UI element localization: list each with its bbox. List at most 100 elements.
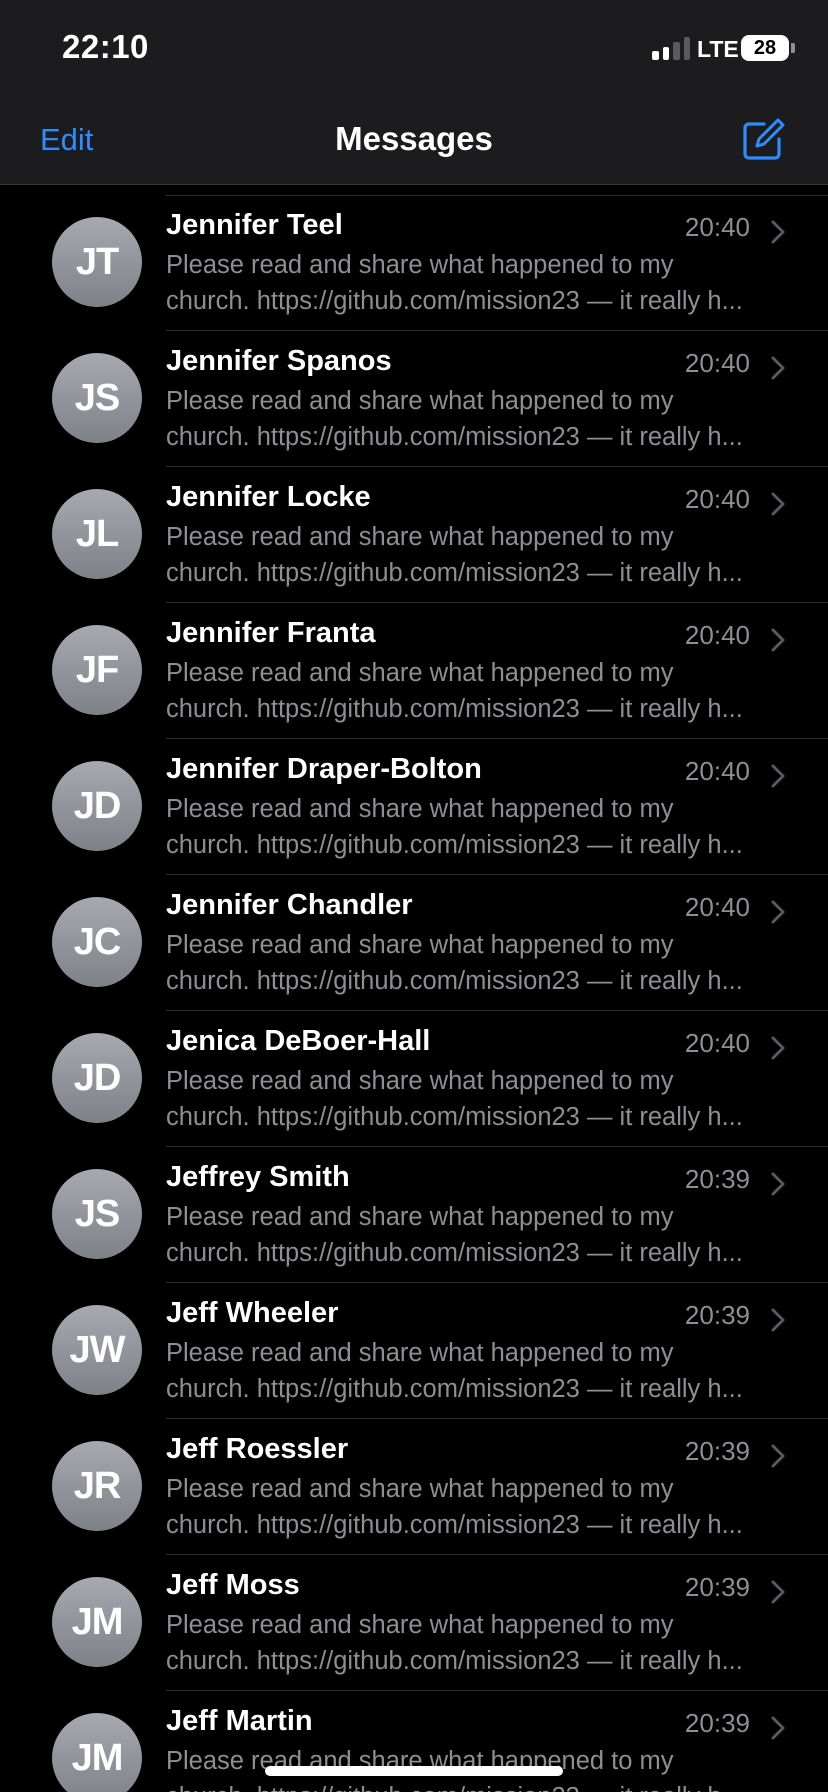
conversation-row[interactable]: JM Jeff Moss 20:39 Please read and share… bbox=[0, 1555, 828, 1691]
preview-line: Please read and share what happened to m… bbox=[166, 1339, 674, 1367]
preview-line: church. https://github.com/mission23 — i… bbox=[166, 423, 743, 451]
status-time: 22:10 bbox=[62, 28, 149, 65]
message-preview: Please read and share what happened to m… bbox=[166, 1199, 786, 1271]
chevron-right-icon bbox=[771, 764, 785, 788]
contact-name: Jeff Martin bbox=[166, 1705, 313, 1737]
preview-line: Please read and share what happened to m… bbox=[166, 795, 674, 823]
message-preview: Please read and share what happened to m… bbox=[166, 1063, 786, 1135]
chevron-right-icon bbox=[771, 220, 785, 244]
avatar: JT bbox=[52, 217, 142, 307]
conversation-row[interactable]: JS Jeffrey Smith 20:39 Please read and s… bbox=[0, 1147, 828, 1283]
message-time: 20:39 bbox=[684, 1708, 750, 1738]
conversation-row[interactable]: JD Jennifer Draper-Bolton 20:40 Please r… bbox=[0, 739, 828, 875]
contact-name: Jennifer Draper-Bolton bbox=[166, 753, 482, 785]
avatar: JW bbox=[52, 1305, 142, 1395]
page-title: Messages bbox=[335, 120, 493, 157]
contact-name: Jennifer Spanos bbox=[166, 345, 392, 377]
compose-icon[interactable] bbox=[740, 117, 786, 163]
message-preview: Please read and share what happened to m… bbox=[166, 655, 786, 727]
chevron-right-icon bbox=[771, 900, 785, 924]
contact-name: Jeff Wheeler bbox=[166, 1297, 339, 1329]
message-preview: Please read and share what happened to m… bbox=[166, 1471, 786, 1543]
avatar: JM bbox=[52, 1713, 142, 1792]
preview-line: church. https://github.com/mission23 — i… bbox=[166, 831, 743, 859]
message-preview: Please read and share what happened to m… bbox=[166, 519, 786, 591]
avatar: JC bbox=[52, 897, 142, 987]
preview-line: Please read and share what happened to m… bbox=[166, 1611, 674, 1639]
contact-name: Jeff Moss bbox=[166, 1569, 300, 1601]
contact-name: Jeff Roessler bbox=[166, 1433, 349, 1465]
home-indicator[interactable] bbox=[265, 1766, 563, 1776]
message-preview: Please read and share what happened to m… bbox=[166, 247, 786, 319]
message-preview: Please read and share what happened to m… bbox=[166, 791, 786, 863]
message-preview: Please read and share what happened to m… bbox=[166, 927, 786, 999]
avatar: JD bbox=[52, 761, 142, 851]
conversation-row[interactable]: JR Jeff Roessler 20:39 Please read and s… bbox=[0, 1419, 828, 1555]
conversation-row[interactable]: JW Jeff Wheeler 20:39 Please read and sh… bbox=[0, 1283, 828, 1419]
navigation-bar: Edit Messages bbox=[0, 100, 828, 185]
conversation-row[interactable]: JF Jennifer Franta 20:40 Please read and… bbox=[0, 603, 828, 739]
conversation-row[interactable]: JD Jenica DeBoer-Hall 20:40 Please read … bbox=[0, 1011, 828, 1147]
contact-name: Jennifer Chandler bbox=[166, 889, 413, 921]
preview-line: church. https://github.com/mission23 — i… bbox=[166, 695, 743, 723]
top-bar: 22:10 LTE 28 Edit Messages bbox=[0, 0, 828, 185]
avatar: JM bbox=[52, 1577, 142, 1667]
avatar: JD bbox=[52, 1033, 142, 1123]
contact-name: Jenica DeBoer-Hall bbox=[166, 1025, 431, 1057]
conversation-row[interactable]: JT Jennifer Teel 20:40 Please read and s… bbox=[0, 195, 828, 331]
contact-name: Jennifer Teel bbox=[166, 209, 343, 241]
message-time: 20:40 bbox=[684, 756, 750, 786]
row-separator bbox=[166, 195, 828, 196]
messages-screen: 22:10 LTE 28 Edit Messages JT Jennifer T… bbox=[0, 0, 828, 1792]
chevron-right-icon bbox=[771, 1172, 785, 1196]
contact-name: Jennifer Locke bbox=[166, 481, 371, 513]
preview-line: Please read and share what happened to m… bbox=[166, 251, 674, 279]
chevron-right-icon bbox=[771, 1716, 785, 1740]
conversation-row[interactable]: JS Jennifer Spanos 20:40 Please read and… bbox=[0, 331, 828, 467]
message-time: 20:40 bbox=[684, 620, 750, 650]
message-time: 20:39 bbox=[684, 1300, 750, 1330]
conversation-row[interactable]: JL Jennifer Locke 20:40 Please read and … bbox=[0, 467, 828, 603]
preview-line: Please read and share what happened to m… bbox=[166, 1067, 674, 1095]
avatar: JL bbox=[52, 489, 142, 579]
chevron-right-icon bbox=[771, 492, 785, 516]
avatar: JS bbox=[52, 1169, 142, 1259]
battery-nub bbox=[791, 43, 795, 53]
message-time: 20:39 bbox=[684, 1572, 750, 1602]
contact-name: Jennifer Franta bbox=[166, 617, 376, 649]
chevron-right-icon bbox=[771, 356, 785, 380]
avatar: JS bbox=[52, 353, 142, 443]
preview-line: church. https://github.com/mission23 — i… bbox=[166, 1511, 743, 1539]
conversation-list: JT Jennifer Teel 20:40 Please read and s… bbox=[0, 195, 828, 1792]
preview-line: church. https://github.com/mission23 — i… bbox=[166, 1647, 743, 1675]
preview-line: Please read and share what happened to m… bbox=[166, 1475, 674, 1503]
message-time: 20:39 bbox=[684, 1436, 750, 1466]
preview-line: church. https://github.com/mission23 — i… bbox=[166, 967, 743, 995]
avatar: JF bbox=[52, 625, 142, 715]
chevron-right-icon bbox=[771, 1444, 785, 1468]
preview-line: Please read and share what happened to m… bbox=[166, 1203, 674, 1231]
message-preview: Please read and share what happened to m… bbox=[166, 1607, 786, 1679]
message-time: 20:39 bbox=[684, 1164, 750, 1194]
preview-line: Please read and share what happened to m… bbox=[166, 387, 674, 415]
message-preview: Please read and share what happened to m… bbox=[166, 383, 786, 455]
message-time: 20:40 bbox=[684, 892, 750, 922]
preview-line: church. https://github.com/mission23 — i… bbox=[166, 1779, 786, 1792]
conversation-row[interactable]: JM Jeff Martin 20:39 Please read and sha… bbox=[0, 1691, 828, 1792]
chevron-right-icon bbox=[771, 1580, 785, 1604]
preview-line: church. https://github.com/mission23 — i… bbox=[166, 287, 743, 315]
preview-line: church. https://github.com/mission23 — i… bbox=[166, 1103, 743, 1131]
chevron-right-icon bbox=[771, 1036, 785, 1060]
battery-percentage: 28 bbox=[753, 37, 777, 59]
network-type: LTE bbox=[697, 36, 739, 62]
contact-name: Jeffrey Smith bbox=[166, 1161, 350, 1193]
cellular-signal-icon bbox=[652, 36, 690, 60]
preview-line: Please read and share what happened to m… bbox=[166, 931, 674, 959]
message-time: 20:40 bbox=[684, 212, 750, 242]
chevron-right-icon bbox=[771, 628, 785, 652]
message-preview: Please read and share what happened to m… bbox=[166, 1335, 786, 1407]
preview-line: church. https://github.com/mission23 — i… bbox=[166, 1239, 743, 1267]
conversation-row[interactable]: JC Jennifer Chandler 20:40 Please read a… bbox=[0, 875, 828, 1011]
message-time: 20:40 bbox=[684, 1028, 750, 1058]
preview-line: Please read and share what happened to m… bbox=[166, 659, 674, 687]
